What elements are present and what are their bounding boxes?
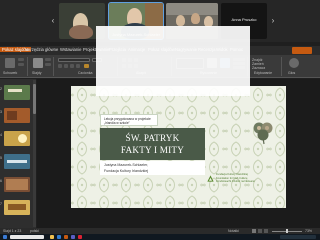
app-icon[interactable] [78, 235, 82, 239]
project-caption-line-1: Lekcja przygotowana w projekcie [104, 116, 151, 121]
menu-home[interactable]: Narzędzia główne [25, 47, 58, 52]
slide-thumbnail[interactable] [4, 177, 30, 192]
system-tray[interactable] [280, 235, 316, 239]
slide-title-line-2: FAKTY I MITY [120, 145, 185, 155]
slide-thumbnails: 2 3 4 5 6 7 [0, 79, 36, 228]
title-panel [96, 26, 250, 96]
ribbon-group-voice: Głos [284, 57, 304, 76]
participant-name: Anna Pruszko [231, 17, 257, 22]
foundation-logo-icon [207, 175, 214, 182]
slide-title-line-1: ŚW. PATRYK [125, 133, 180, 143]
teams-icon[interactable] [71, 235, 75, 239]
reading-view-icon[interactable] [264, 229, 268, 233]
paste-icon[interactable] [5, 58, 15, 68]
bold-icon[interactable] [58, 64, 62, 68]
normal-view-icon[interactable] [252, 229, 256, 233]
browser-icon[interactable] [57, 235, 61, 239]
notes-button[interactable]: Notatki [228, 229, 239, 233]
menu-insert[interactable]: Wstawianie [60, 47, 81, 52]
strikethrough-icon[interactable] [76, 64, 80, 68]
taskbar [0, 234, 320, 240]
slide-thumbnail[interactable] [4, 108, 30, 123]
ribbon-group-slides: Slajdy [30, 57, 54, 76]
language-indicator[interactable]: polski [30, 229, 39, 233]
new-slide-icon[interactable] [33, 58, 43, 68]
file-explorer-icon[interactable] [50, 235, 54, 239]
project-caption[interactable]: Lekcja przygotowana w projekcie „Irlandi… [100, 114, 158, 126]
share-button[interactable] [292, 47, 312, 54]
shamrock-icon [253, 122, 273, 145]
thumbnail-scroll-thumb[interactable] [33, 84, 36, 114]
ribbon-group-clipboard: Schowek [2, 57, 28, 76]
zoom-slider-handle[interactable] [286, 229, 288, 233]
font-family-select[interactable] [58, 58, 90, 62]
sorter-view-icon[interactable] [258, 229, 262, 233]
zoom-level[interactable]: 73% [305, 229, 312, 233]
start-icon[interactable] [3, 235, 7, 239]
project-caption-line-2: „Irlandia w szkole” [104, 121, 130, 125]
foundation-name: Fundacja Kultury Irlandzkiej Foundation … [216, 173, 255, 183]
italic-icon[interactable] [64, 64, 68, 68]
ribbon-group-editing: Znajdź Zamień Zaznacz Edytowanie [250, 57, 282, 76]
strip-next-icon[interactable]: › [270, 16, 276, 25]
slide-thumbnail[interactable] [4, 154, 30, 169]
select-button[interactable]: Zaznacz [252, 66, 265, 70]
strip-prev-icon[interactable]: ‹ [50, 16, 56, 25]
slide-thumbnail[interactable] [4, 85, 30, 100]
powerpoint-icon[interactable] [64, 235, 68, 239]
author-name: Justyna Mazurek-Schlaeler, [104, 163, 149, 167]
author-organization: Fundacja Kultury Irlandzkiej [104, 168, 149, 173]
underline-icon[interactable] [70, 64, 74, 68]
title-band[interactable]: ŚW. PATRYK FAKTY I MITY [100, 128, 205, 160]
font-color-icon[interactable] [84, 64, 89, 68]
slide-thumbnail[interactable] [4, 200, 30, 215]
author-box[interactable]: Justyna Mazurek-Schlaeler, Fundacja Kult… [100, 161, 205, 175]
slide-thumbnail[interactable] [4, 131, 30, 146]
dictate-icon[interactable] [289, 58, 299, 68]
taskbar-search-input[interactable] [10, 235, 44, 239]
slide-counter: Slajd 1 z 23 [3, 228, 22, 233]
